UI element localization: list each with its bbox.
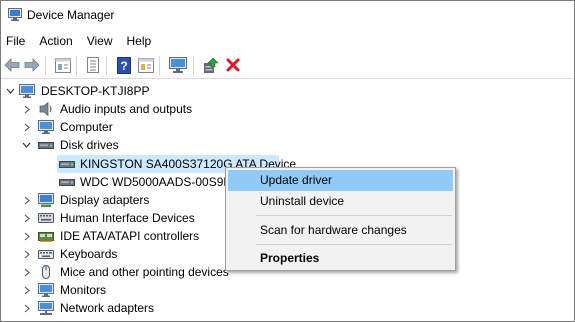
expand-icon[interactable] xyxy=(22,303,32,313)
svg-text:?: ? xyxy=(120,59,127,73)
toolbar: ? xyxy=(1,52,574,79)
keyboard-icon xyxy=(38,250,54,259)
device-manager-window: Device Manager File Action View Help ? D… xyxy=(0,0,575,322)
monitor-icon xyxy=(38,283,54,297)
tree-item-label: Display adapters xyxy=(60,193,150,207)
uninstall-icon[interactable] xyxy=(224,56,242,74)
tree-item-monitors[interactable]: Monitors xyxy=(1,281,574,299)
context-menu: Update driver Uninstall device Scan for … xyxy=(225,167,456,271)
computer-icon xyxy=(19,84,35,98)
menu-scan-hardware[interactable]: Scan for hardware changes xyxy=(228,220,453,241)
properties-icon[interactable] xyxy=(54,56,72,74)
mouse-icon xyxy=(42,265,50,279)
menu-uninstall-device[interactable]: Uninstall device xyxy=(228,191,453,212)
scan-monitor-icon[interactable] xyxy=(169,56,187,74)
disk-drive-icon xyxy=(59,179,75,186)
menu-action[interactable]: Action xyxy=(32,30,79,52)
tree-item-label: Network adapters xyxy=(60,301,155,315)
expand-icon[interactable] xyxy=(22,104,32,114)
menu-view[interactable]: View xyxy=(80,30,120,52)
window-title: Device Manager xyxy=(27,8,115,22)
help-icon[interactable]: ? xyxy=(115,56,133,74)
menu-separator xyxy=(256,244,452,245)
tree-item-label: IDE ATA/ATAPI controllers xyxy=(60,229,200,243)
hid-icon xyxy=(38,213,54,223)
toolbar-separator xyxy=(76,56,77,75)
toolbar-separator xyxy=(106,56,107,75)
ide-controller-icon xyxy=(38,232,54,242)
list-icon[interactable] xyxy=(84,56,102,74)
expand-icon[interactable] xyxy=(22,195,32,205)
toolbar-separator xyxy=(159,56,160,75)
tree-item-label: Mice and other pointing devices xyxy=(60,265,229,279)
menu-help[interactable]: Help xyxy=(120,30,159,52)
back-icon[interactable] xyxy=(3,56,21,74)
disk-drive-icon xyxy=(38,142,54,149)
tree-item-computer[interactable]: Computer xyxy=(1,118,574,136)
tree-item-label: Disk drives xyxy=(60,138,119,152)
forward-icon[interactable] xyxy=(23,56,41,74)
expand-icon[interactable] xyxy=(22,122,32,132)
menu-file[interactable]: File xyxy=(1,30,32,52)
collapse-icon[interactable] xyxy=(21,140,31,150)
computer-icon xyxy=(38,120,54,134)
tree-item-label: Computer xyxy=(60,120,113,134)
expand-icon[interactable] xyxy=(22,249,32,259)
tree-item-label: Keyboards xyxy=(60,247,118,261)
tree-item-label: WDC WD5000AADS-00S9B0 xyxy=(80,175,239,189)
tree-item-network-adapters[interactable]: Network adapters xyxy=(1,299,574,317)
menu-separator xyxy=(256,215,452,216)
menu-bar: File Action View Help xyxy=(1,30,574,52)
tree-item-label: Monitors xyxy=(60,283,107,297)
menu-properties[interactable]: Properties xyxy=(228,248,453,269)
display-adapter-icon xyxy=(38,193,54,207)
tree-item-label: Audio inputs and outputs xyxy=(60,102,193,116)
menu-update-driver[interactable]: Update driver xyxy=(228,170,453,191)
view-icon[interactable] xyxy=(137,56,155,74)
expand-icon[interactable] xyxy=(22,213,32,223)
expand-icon[interactable] xyxy=(22,231,32,241)
network-adapter-icon xyxy=(38,301,54,315)
toolbar-separator xyxy=(45,56,46,75)
tree-item-label: Human Interface Devices xyxy=(60,211,195,225)
tree-root-label: DESKTOP-KTJI8PP xyxy=(41,84,150,98)
tree-item-disk-drives[interactable]: Disk drives xyxy=(1,136,574,154)
device-manager-app-icon xyxy=(8,8,22,21)
speaker-icon xyxy=(39,101,52,117)
collapse-icon[interactable] xyxy=(5,86,15,96)
update-driver-icon[interactable] xyxy=(202,56,220,74)
toolbar-separator xyxy=(193,56,194,75)
title-bar: Device Manager xyxy=(1,1,574,30)
tree-root[interactable]: DESKTOP-KTJI8PP xyxy=(1,82,574,100)
tree-item-audio[interactable]: Audio inputs and outputs xyxy=(1,100,574,118)
expand-icon[interactable] xyxy=(22,285,32,295)
disk-drive-icon xyxy=(59,161,75,168)
expand-icon[interactable] xyxy=(22,267,32,277)
